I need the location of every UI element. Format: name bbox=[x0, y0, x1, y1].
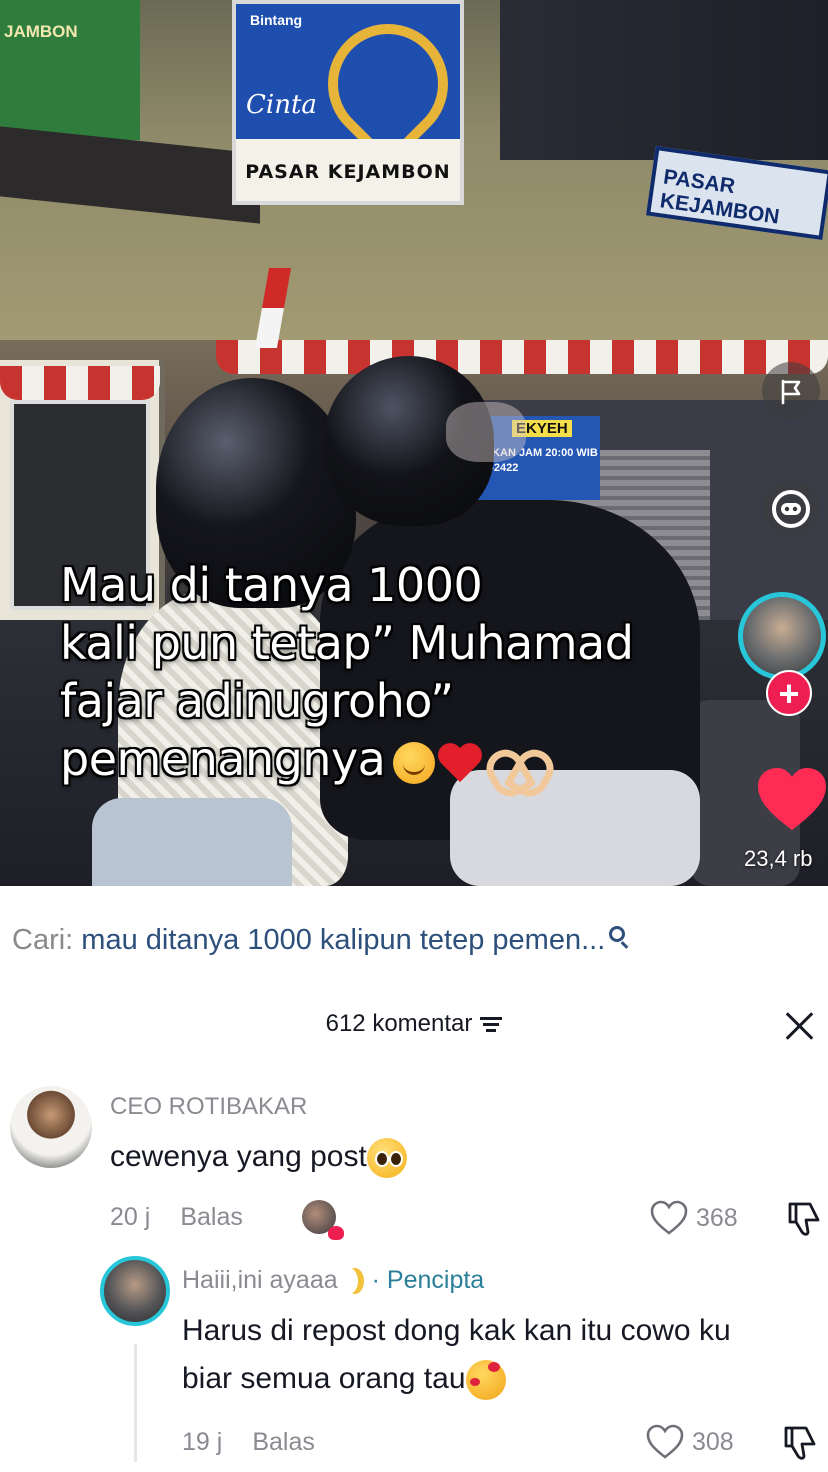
heart-outline-icon bbox=[650, 1200, 688, 1235]
creator-avatar[interactable] bbox=[738, 592, 826, 680]
reply-like-button[interactable]: 308 bbox=[646, 1422, 734, 1462]
helmet-visor bbox=[446, 402, 526, 462]
comment-text: cewenya yang post bbox=[110, 1134, 407, 1180]
video-caption: Mau di tanya 1000 kali pun tetap” Muhama… bbox=[60, 556, 760, 788]
shop-sign-left: JAMBON bbox=[0, 0, 140, 140]
creator-reply-avatar[interactable] bbox=[100, 1256, 170, 1326]
billboard-brand: Bintang bbox=[250, 12, 303, 28]
creator-liked-badge bbox=[302, 1200, 344, 1240]
shop-sign-left-text: JAMBON bbox=[4, 22, 78, 41]
comment-meta: 20 j Balas bbox=[110, 1203, 243, 1232]
comment-like-button[interactable]: 368 bbox=[650, 1198, 738, 1238]
billboard-cinta: Cinta bbox=[246, 90, 317, 120]
billboard-place: PASAR KEJAMBON bbox=[245, 161, 451, 183]
avatar[interactable] bbox=[10, 1086, 92, 1168]
bunting-left bbox=[0, 366, 160, 400]
dislike-icon[interactable] bbox=[780, 1422, 820, 1462]
comment-like-count: 368 bbox=[696, 1203, 738, 1232]
smiling-blush-emoji bbox=[393, 741, 436, 784]
caption-line-4-text: pemenangnya bbox=[60, 732, 386, 786]
bunting-right bbox=[216, 340, 828, 374]
heart-icon bbox=[758, 768, 826, 830]
dislike-icon[interactable] bbox=[784, 1198, 824, 1238]
close-icon[interactable] bbox=[782, 1008, 818, 1044]
search-icon bbox=[609, 926, 626, 942]
report-button[interactable] bbox=[762, 362, 820, 420]
comment-text-content: cewenya yang post bbox=[110, 1140, 367, 1173]
heart-outline-icon bbox=[646, 1424, 684, 1459]
follow-button[interactable]: + bbox=[766, 670, 812, 716]
shop-sign-line-2: 76-2422 bbox=[478, 462, 519, 474]
related-search-text[interactable]: Cari: mau ditanya 1000 kalipun tetep pem… bbox=[12, 924, 626, 957]
billboard: Bintang Cinta PASAR KEJAMBON bbox=[232, 0, 473, 205]
creator-badge: · Pencipta bbox=[371, 1266, 485, 1294]
reply-username-row: Haiii,ini ayaaa · Pencipta bbox=[182, 1266, 484, 1295]
related-search-bar[interactable]: Cari: mau ditanya 1000 kalipun tetep pem… bbox=[0, 886, 828, 994]
comment-count-row[interactable]: 612 komentar bbox=[0, 1010, 828, 1038]
reply-button[interactable]: Balas bbox=[180, 1203, 243, 1231]
search-query[interactable]: mau ditanya 1000 kalipun tetep pemen... bbox=[81, 924, 605, 956]
ai-bot-button[interactable] bbox=[762, 480, 820, 538]
like-count: 23,4 rb bbox=[744, 846, 813, 871]
crescent-moon-emoji bbox=[340, 1268, 358, 1294]
comment-time: 20 j bbox=[110, 1203, 151, 1231]
red-heart-emoji bbox=[437, 742, 483, 784]
comment-username[interactable]: CEO ROTIBAKAR bbox=[110, 1093, 307, 1121]
video-player[interactable]: JAMBON Bintang Cinta PASAR KEJAMBON PASA… bbox=[0, 0, 828, 886]
passenger-jeans bbox=[92, 798, 292, 886]
reply-like-count: 308 bbox=[692, 1427, 734, 1456]
reply-text-line-2-content: biar semua orang tau bbox=[182, 1362, 466, 1395]
thread-line bbox=[134, 1344, 137, 1462]
reply-meta: 19 j Balas bbox=[182, 1428, 315, 1457]
caption-line-1: Mau di tanya 1000 bbox=[60, 558, 483, 612]
heart-hands-emoji bbox=[487, 741, 541, 785]
plus-icon: + bbox=[778, 673, 800, 714]
reply-text-line-1: Harus di repost dong kak kan itu cowo ku bbox=[182, 1314, 731, 1347]
comments-header: 612 komentar bbox=[0, 994, 828, 1064]
caption-line-3: fajar adinugroho” bbox=[60, 674, 454, 728]
caption-line-2: kali pun tetap” Muhamad bbox=[60, 616, 634, 670]
like-button[interactable] bbox=[756, 766, 828, 834]
reply-button[interactable]: Balas bbox=[252, 1428, 315, 1456]
smiling-face-with-hearts-emoji bbox=[465, 1360, 506, 1401]
search-prefix: Cari: bbox=[12, 924, 74, 956]
reply-username[interactable]: Haiii,ini ayaaa bbox=[182, 1266, 338, 1294]
reply-time: 19 j bbox=[182, 1428, 223, 1456]
reply-text-line-2: biar semua orang tau bbox=[182, 1356, 506, 1402]
pleading-face-emoji bbox=[366, 1138, 407, 1179]
comment-count: 612 komentar bbox=[325, 1010, 473, 1037]
flag-icon bbox=[781, 379, 801, 405]
caption-line-4: pemenangnya bbox=[60, 730, 760, 788]
building-shadow bbox=[500, 0, 828, 160]
robot-face-icon bbox=[772, 490, 810, 528]
filter-icon[interactable] bbox=[480, 1016, 503, 1033]
